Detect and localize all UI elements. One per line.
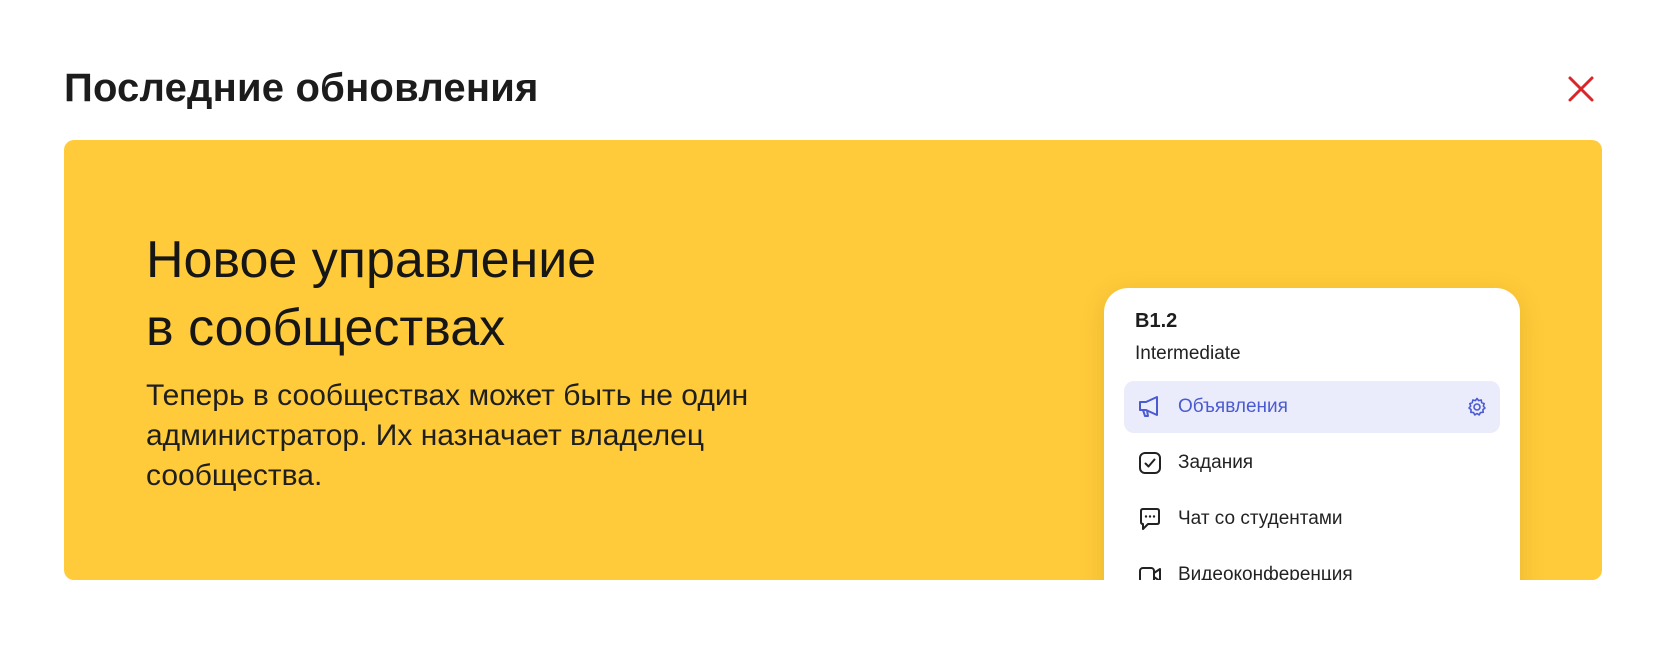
chat-bubble-icon: [1137, 506, 1163, 532]
gear-icon[interactable]: [1466, 396, 1488, 418]
course-level: B1.2: [1135, 310, 1178, 332]
banner-title-line2: в сообществах: [146, 299, 506, 357]
checkbox-icon: [1137, 450, 1163, 476]
menu-item-tasks[interactable]: Задания: [1124, 437, 1500, 489]
menu-item-announcements[interactable]: Объявления: [1124, 381, 1500, 433]
course-sublevel: Intermediate: [1135, 343, 1241, 364]
menu-item-student-chat[interactable]: Чат со студентами: [1124, 493, 1500, 545]
menu-item-label: Чат со студентами: [1178, 508, 1343, 529]
close-button[interactable]: [1562, 70, 1600, 108]
community-preview-card: B1.2 Intermediate Объявления Задания Чат…: [1104, 288, 1520, 580]
banner-description: Теперь в сообществах может быть не один …: [146, 379, 749, 492]
banner-title: Новое управление в сообществах: [146, 226, 666, 362]
menu-item-label: Объявления: [1178, 396, 1288, 417]
updates-modal: Последние обновления Новое управление в …: [0, 0, 1667, 645]
menu-item-video-conference[interactable]: Видеоконференция: [1124, 549, 1500, 580]
banner-title-line1: Новое управление: [146, 231, 597, 289]
video-camera-icon: [1137, 562, 1163, 580]
megaphone-icon: [1137, 394, 1163, 420]
modal-title: Последние обновления: [64, 66, 539, 110]
update-banner: Новое управление в сообществах Теперь в …: [64, 140, 1602, 580]
menu-item-label: Задания: [1178, 452, 1254, 473]
close-icon: [1562, 70, 1600, 108]
menu-item-label: Видеоконференция: [1178, 564, 1353, 580]
